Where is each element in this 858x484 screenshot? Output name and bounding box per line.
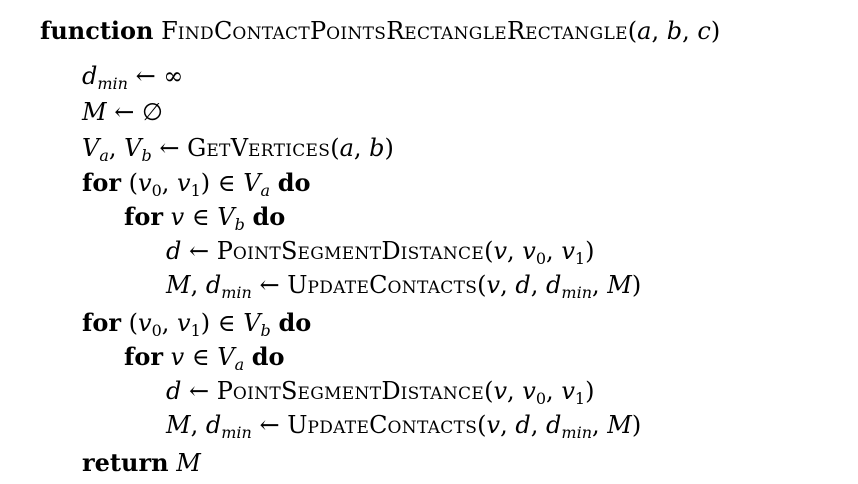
procedure-name: UPDATECONTACTS (287, 271, 478, 299)
algorithm-line: Va, Vb ← GETVERTICES(a, b) (82, 134, 394, 165)
keyword: do (278, 308, 312, 337)
keyword: for (124, 202, 163, 231)
algorithm-line: return M (82, 448, 201, 477)
function-params: (a, b, c) (627, 17, 721, 45)
algorithm-line: d ← POINTSEGMENTDISTANCE(v, v0, v1) (166, 237, 595, 268)
procedure-name: POINTSEGMENTDISTANCE (216, 237, 485, 265)
keyword: do (251, 342, 285, 371)
keyword: for (124, 342, 163, 371)
algorithm-line: for v ∈ Va do (124, 342, 285, 374)
keyword: do (277, 168, 311, 197)
algorithm-line: dmin ← ∞ (82, 62, 184, 93)
keyword: for (82, 168, 121, 197)
algorithm-line: d ← POINTSEGMENTDISTANCE(v, v0, v1) (166, 377, 595, 408)
keyword: return (82, 448, 169, 477)
keyword: do (252, 202, 286, 231)
algorithm-line: M, dmin ← UPDATECONTACTS(v, d, dmin, M) (166, 411, 642, 442)
procedure-name: UPDATECONTACTS (287, 411, 478, 439)
algorithm-line: M ← ∅ (82, 98, 163, 126)
function-keyword: function (40, 16, 154, 45)
keyword: for (82, 308, 121, 337)
procedure-name: POINTSEGMENTDISTANCE (216, 377, 485, 405)
procedure-name: GETVERTICES (187, 134, 331, 162)
algorithm-line: M, dmin ← UPDATECONTACTS(v, d, dmin, M) (166, 271, 642, 302)
algorithm-line: for (v0, v1) ∈ Vb do (82, 308, 312, 340)
function-header: function FINDCONTACTPOINTSRECTANGLERECTA… (40, 14, 720, 48)
algorithm-line: for (v0, v1) ∈ Va do (82, 168, 311, 200)
function-name: FINDCONTACTPOINTSRECTANGLERECTANGLE (161, 17, 628, 45)
algorithm-line: for v ∈ Vb do (124, 202, 286, 234)
